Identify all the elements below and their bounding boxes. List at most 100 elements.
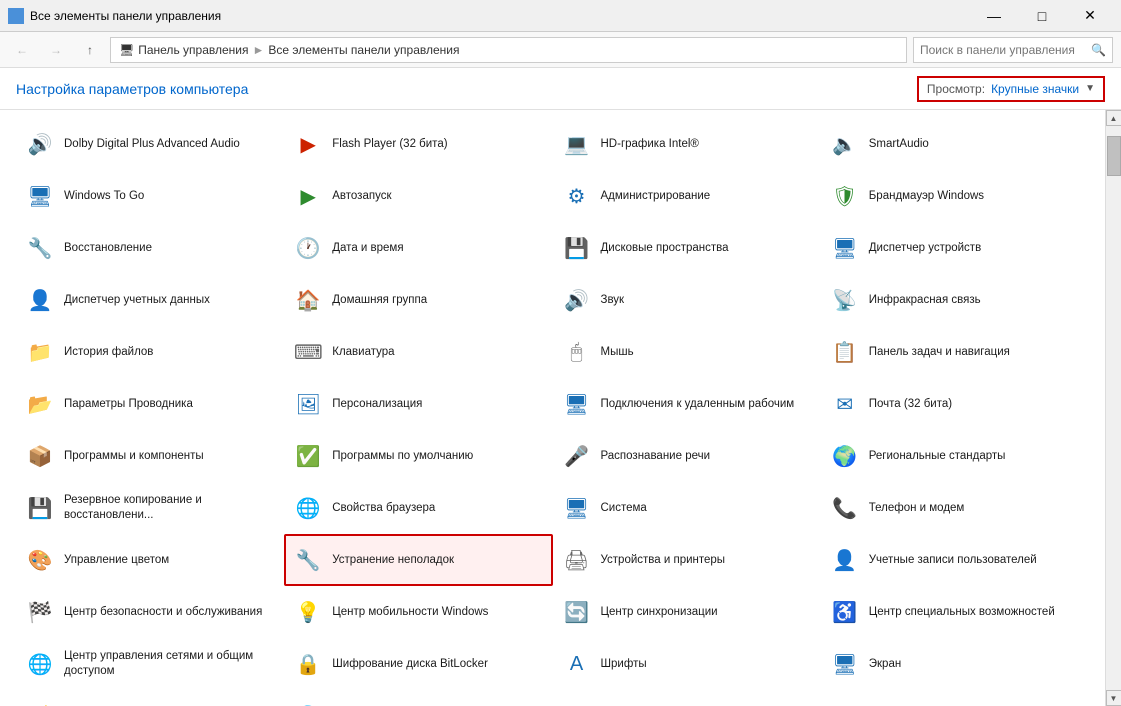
maximize-button[interactable]: □ xyxy=(1019,0,1065,32)
control-item-synccenter[interactable]: 🔄Центр синхронизации xyxy=(553,586,821,638)
search-box[interactable]: 🔍 xyxy=(913,37,1113,63)
control-item-filehistory[interactable]: 📁 История файлов xyxy=(16,326,284,378)
item-icon-homegroup: 🏠 xyxy=(292,284,324,316)
item-label-mouse: Мышь xyxy=(601,345,634,360)
control-item-accessibility[interactable]: ♿Центр специальных возможностей xyxy=(821,586,1089,638)
scroll-thumb[interactable] xyxy=(1107,136,1121,176)
item-icon-firewall: 🛡 xyxy=(829,180,861,212)
item-icon-backup: 💾 xyxy=(24,492,56,524)
control-item-devices[interactable]: 🖨Устройства и принтеры xyxy=(553,534,821,586)
control-item-sound[interactable]: 🔊Звук xyxy=(553,274,821,326)
item-label-system: Система xyxy=(601,501,647,516)
item-icon-mail: ✉ xyxy=(829,388,861,420)
scroll-down-button[interactable]: ▼ xyxy=(1106,690,1121,706)
item-icon-filehistory: 📁 xyxy=(24,336,56,368)
breadcrumb-current[interactable]: Все элементы панели управления xyxy=(268,43,459,57)
control-item-mouse[interactable]: 🖱Мышь xyxy=(553,326,821,378)
item-label-personalization: Персонализация xyxy=(332,397,422,412)
control-item-exploreropt[interactable]: 📂Параметры Проводника xyxy=(16,378,284,430)
control-item-region[interactable]: 🌍Региональные стандарты xyxy=(821,430,1089,482)
close-button[interactable]: ✕ xyxy=(1067,0,1113,32)
item-icon-taskbar: 📋 xyxy=(829,336,861,368)
control-item-keyboard[interactable]: ⌨Клавиатура xyxy=(284,326,552,378)
control-item-mail[interactable]: ✉ Почта (32 бита) xyxy=(821,378,1089,430)
control-item-troubleshoot[interactable]: 🔧Устранение неполадок xyxy=(284,534,552,586)
up-button[interactable]: ↑ xyxy=(76,36,104,64)
item-label-homegroup: Домашняя группа xyxy=(332,293,427,308)
control-item-infrared[interactable]: 📡Инфракрасная связь xyxy=(821,274,1089,326)
control-item-flash[interactable]: ▶Flash Player (32 бита) xyxy=(284,118,552,170)
control-item-personalization[interactable]: 🖼Персонализация xyxy=(284,378,552,430)
control-item-datetime[interactable]: 🕐Дата и время xyxy=(284,222,552,274)
item-label-admin: Администрирование xyxy=(601,189,711,204)
chevron-down-icon: ▼ xyxy=(1085,83,1095,94)
control-item-bitlocker[interactable]: 🔒Шифрование диска BitLocker xyxy=(284,638,552,690)
control-item-browser[interactable]: 🌐Свойства браузера xyxy=(284,482,552,534)
control-item-homegroup[interactable]: 🏠 Домашняя группа xyxy=(284,274,552,326)
back-button[interactable]: ← xyxy=(8,36,36,64)
item-label-recovery: Восстановление xyxy=(64,241,152,256)
control-item-phone[interactable]: 📞Телефон и модем xyxy=(821,482,1089,534)
control-item-windows-to-go[interactable]: 🖥Windows To Go xyxy=(16,170,284,222)
forward-button[interactable]: → xyxy=(42,36,70,64)
control-item-programs[interactable]: 📦Программы и компоненты xyxy=(16,430,284,482)
control-item-system[interactable]: 🖥 Система xyxy=(553,482,821,534)
view-label: Просмотр: xyxy=(927,82,985,96)
search-input[interactable] xyxy=(920,43,1087,57)
control-item-speech[interactable]: 🎤Распознавание речи xyxy=(553,430,821,482)
control-item-smartaudio[interactable]: 🔈SmartAudio xyxy=(821,118,1089,170)
item-icon-devmgr: 🖥 xyxy=(829,232,861,264)
item-icon-flash: ▶ xyxy=(292,128,324,160)
control-item-language[interactable]: 🌐Язык xyxy=(284,690,552,706)
item-label-synccenter: Центр синхронизации xyxy=(601,605,718,620)
item-icon-infrared: 📡 xyxy=(829,284,861,316)
control-item-mobility[interactable]: 💡Центр мобильности Windows xyxy=(284,586,552,638)
view-value-button[interactable]: Крупные значки xyxy=(991,82,1079,96)
control-item-colormgmt[interactable]: 🎨Управление цветом xyxy=(16,534,284,586)
page-title: Настройка параметров компьютера xyxy=(16,81,248,97)
control-item-recovery[interactable]: 🔧Восстановление xyxy=(16,222,284,274)
item-icon-remoteconn: 🖥 xyxy=(561,388,593,420)
scroll-up-button[interactable]: ▲ xyxy=(1106,110,1121,126)
control-item-firewall[interactable]: 🛡Брандмауэр Windows xyxy=(821,170,1089,222)
item-icon-system: 🖥 xyxy=(561,492,593,524)
address-path[interactable]: 🖥 Панель управления ► Все элементы панел… xyxy=(110,37,907,63)
control-item-dolby[interactable]: 🔊Dolby Digital Plus Advanced Audio xyxy=(16,118,284,170)
item-label-mail: Почта (32 бита) xyxy=(869,397,952,412)
view-control[interactable]: Просмотр: Крупные значки ▼ xyxy=(917,76,1105,102)
control-item-admin[interactable]: ⚙Администрирование xyxy=(553,170,821,222)
item-icon-useraccount: 👤 xyxy=(829,544,861,576)
control-item-taskbar[interactable]: 📋Панель задач и навигация xyxy=(821,326,1089,378)
control-item-disk[interactable]: 💾Дисковые пространства xyxy=(553,222,821,274)
item-label-mobility: Центр мобильности Windows xyxy=(332,605,488,620)
control-item-accounts[interactable]: 👤Диспетчер учетных данных xyxy=(16,274,284,326)
item-label-defaultprog: Программы по умолчанию xyxy=(332,449,473,464)
minimize-button[interactable]: — xyxy=(971,0,1017,32)
control-item-useraccount[interactable]: 👤Учетные записи пользователей xyxy=(821,534,1089,586)
control-item-hd-intel[interactable]: 💻HD-графика Intel® xyxy=(553,118,821,170)
item-icon-smartaudio: 🔈 xyxy=(829,128,861,160)
control-panel-grid: 🔊Dolby Digital Plus Advanced Audio▶Flash… xyxy=(0,110,1105,706)
item-icon-region: 🌍 xyxy=(829,440,861,472)
control-item-defaultprog[interactable]: ✅ Программы по умолчанию xyxy=(284,430,552,482)
item-icon-browser: 🌐 xyxy=(292,492,324,524)
scroll-track[interactable] xyxy=(1106,126,1121,690)
control-item-security[interactable]: 🏁Центр безопасности и обслуживания xyxy=(16,586,284,638)
item-label-exploreropt: Параметры Проводника xyxy=(64,397,193,412)
scrollbar[interactable]: ▲ ▼ xyxy=(1105,110,1121,706)
item-label-filehistory: История файлов xyxy=(64,345,153,360)
control-item-devmgr[interactable]: 🖥Диспетчер устройств xyxy=(821,222,1089,274)
control-item-backup[interactable]: 💾Резервное копирование и восстановлени..… xyxy=(16,482,284,534)
item-icon-display: 🖥 xyxy=(829,648,861,680)
control-item-autostart[interactable]: ▶Автозапуск xyxy=(284,170,552,222)
control-item-fonts[interactable]: AШрифты xyxy=(553,638,821,690)
item-label-accessibility: Центр специальных возможностей xyxy=(869,605,1055,620)
breadcrumb-root[interactable]: Панель управления xyxy=(138,43,248,57)
control-item-network[interactable]: 🌐Центр управления сетями и общим доступо… xyxy=(16,638,284,690)
control-item-display[interactable]: 🖥Экран xyxy=(821,638,1089,690)
toolbar: Настройка параметров компьютера Просмотр… xyxy=(0,68,1121,110)
control-item-remoteconn[interactable]: 🖥Подключения к удаленным рабочим xyxy=(553,378,821,430)
control-item-power[interactable]: ⚡Электропитание xyxy=(16,690,284,706)
item-icon-defaultprog: ✅ xyxy=(292,440,324,472)
address-bar: ← → ↑ 🖥 Панель управления ► Все элементы… xyxy=(0,32,1121,68)
